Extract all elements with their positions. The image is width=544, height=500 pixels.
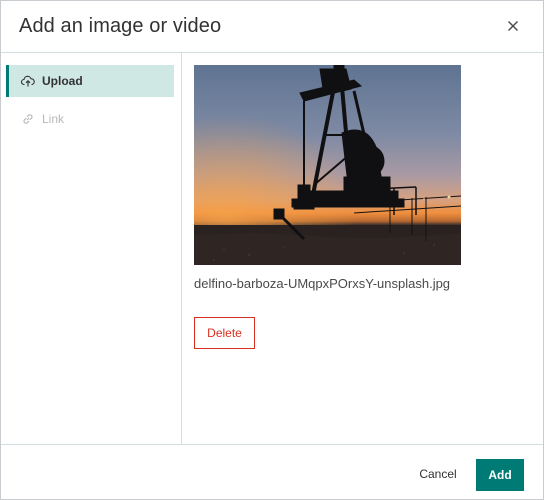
- add-media-dialog: Add an image or video Upload Link delfin…: [0, 0, 544, 500]
- source-sidebar: Upload Link: [1, 53, 182, 444]
- cloud-upload-icon: [21, 74, 35, 88]
- link-icon: [21, 112, 35, 126]
- file-name-label: delfino-barboza-UMqpxPOrxsY-unsplash.jpg: [194, 276, 451, 291]
- sidebar-item-label: Link: [42, 112, 65, 126]
- sidebar-item-label: Upload: [42, 74, 83, 88]
- dialog-footer: Cancel Add: [1, 444, 543, 500]
- dialog-header: Add an image or video: [1, 1, 543, 53]
- cancel-button[interactable]: Cancel: [408, 461, 468, 487]
- uploaded-image-preview: [194, 65, 461, 265]
- close-icon: [508, 21, 518, 31]
- delete-button[interactable]: Delete: [194, 317, 255, 349]
- dialog-title: Add an image or video: [19, 15, 222, 37]
- sidebar-item-upload[interactable]: Upload: [6, 65, 174, 97]
- pumpjack-photo: [194, 65, 461, 265]
- sidebar-item-link: Link: [6, 103, 174, 135]
- close-button[interactable]: [503, 16, 523, 36]
- add-button[interactable]: Add: [476, 459, 524, 491]
